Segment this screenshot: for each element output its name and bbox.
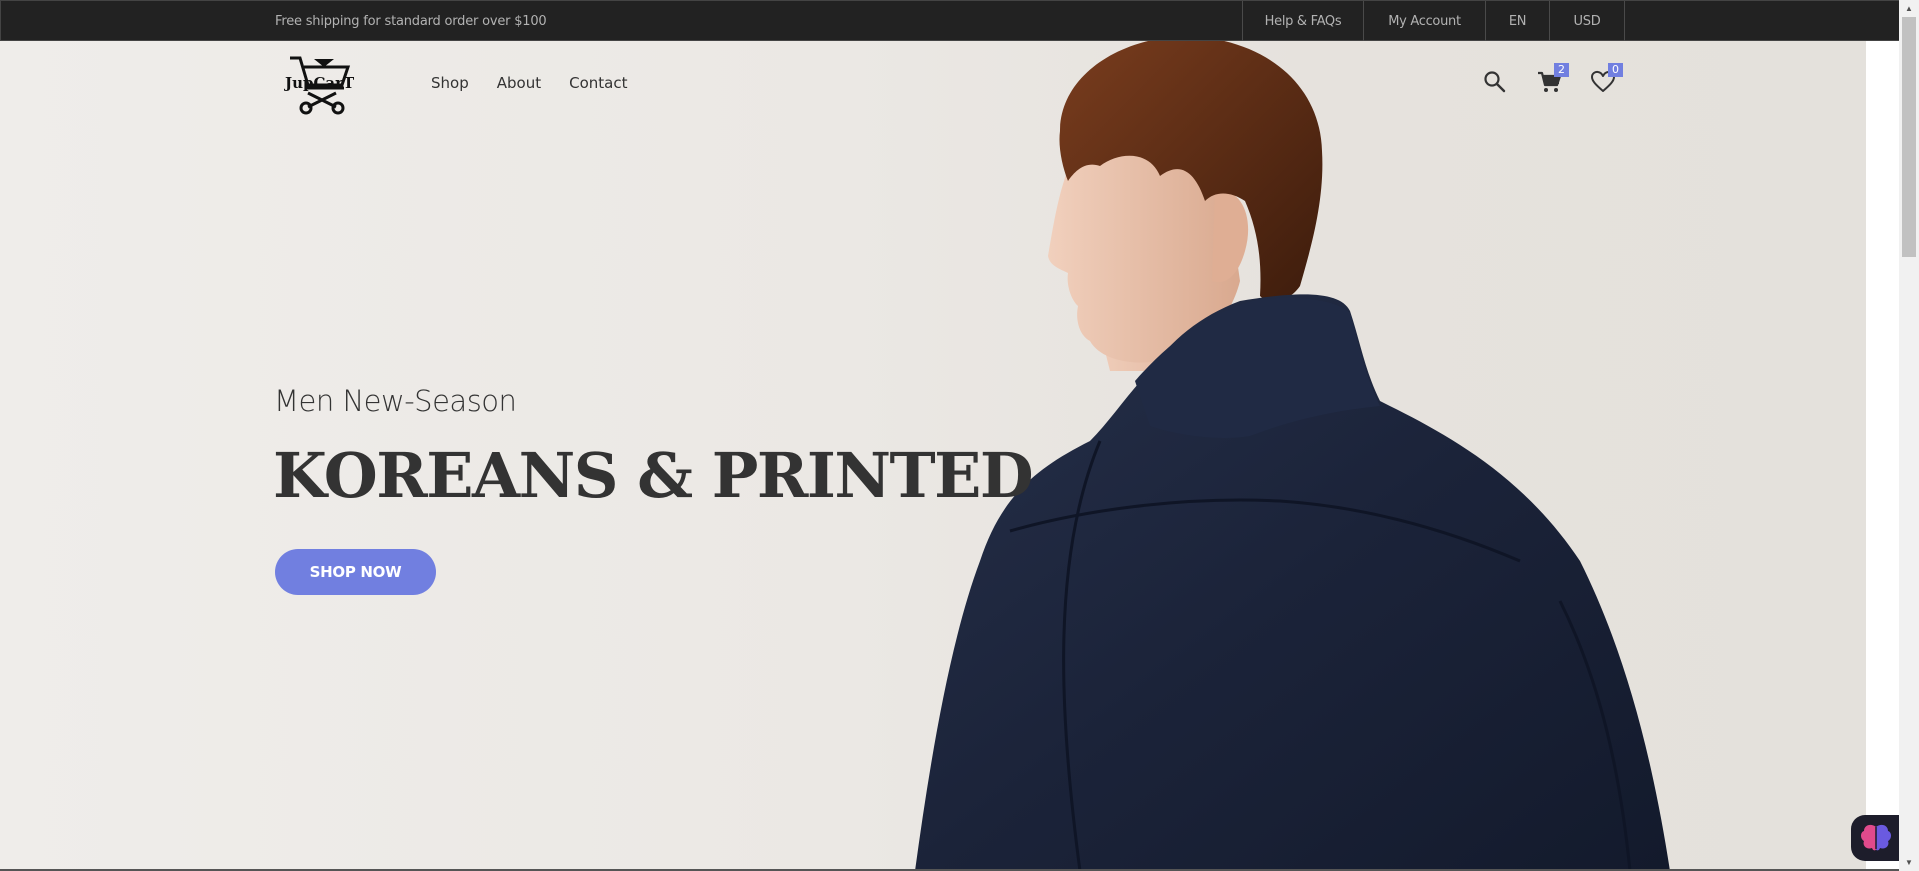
hero-subtitle: Men New-Season xyxy=(274,384,517,418)
main-nav: Shop About Contact xyxy=(431,74,627,92)
free-shipping-notice: Free shipping for standard order over $1… xyxy=(275,14,547,29)
nav-shop[interactable]: Shop xyxy=(431,74,469,92)
wishlist-button[interactable]: 0 xyxy=(1590,63,1623,95)
logo-text: JupCarT xyxy=(284,74,355,92)
top-bar: Free shipping for standard order over $1… xyxy=(0,0,1919,41)
wishlist-count-badge: 0 xyxy=(1608,63,1623,77)
assistant-widget-button[interactable] xyxy=(1851,815,1901,861)
header-icons: 2 0 xyxy=(1482,63,1632,99)
hero-banner: JupCarT Shop About Contact 2 0 Men New-S… xyxy=(0,41,1866,871)
cart-count-badge: 2 xyxy=(1554,63,1569,77)
jupcart-logo[interactable]: JupCarT xyxy=(284,55,356,115)
scroll-down-arrow[interactable]: ▼ xyxy=(1899,854,1919,871)
search-button[interactable] xyxy=(1482,69,1508,95)
cart-button[interactable]: 2 xyxy=(1536,63,1569,95)
my-account-link[interactable]: My Account xyxy=(1363,1,1485,41)
scroll-thumb[interactable] xyxy=(1902,17,1916,257)
top-bar-links: Help & FAQs My Account EN USD xyxy=(1242,1,1625,41)
help-faqs-link[interactable]: Help & FAQs xyxy=(1242,1,1363,41)
shop-now-button[interactable]: SHOP NOW xyxy=(275,549,436,595)
search-icon xyxy=(1484,71,1506,93)
currency-selector[interactable]: USD xyxy=(1549,1,1625,41)
nav-contact[interactable]: Contact xyxy=(569,74,627,92)
brain-icon xyxy=(1861,824,1891,851)
vertical-scrollbar[interactable]: ▲ ▼ xyxy=(1899,0,1919,871)
language-selector[interactable]: EN xyxy=(1485,1,1549,41)
hero-headline: KOREANS & PRINTED xyxy=(273,439,1034,512)
scroll-up-arrow[interactable]: ▲ xyxy=(1899,0,1919,17)
nav-about[interactable]: About xyxy=(497,74,541,92)
